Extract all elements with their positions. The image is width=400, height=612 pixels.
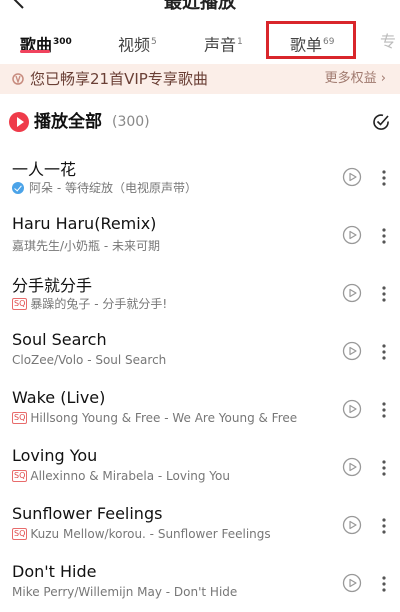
tab-voices-count: 1 bbox=[237, 37, 243, 47]
song-subtitle: Hillsong Young & Free - We Are Young & F… bbox=[30, 411, 298, 425]
tab-albums[interactable]: 专 bbox=[380, 28, 396, 56]
song-subtitle-line: SQ Allexinno & Mirabela - Loving You bbox=[12, 469, 230, 483]
more-options-icon[interactable] bbox=[378, 400, 390, 420]
song-subtitle: 嘉琪先生/小奶瓶 - 未来可期 bbox=[12, 239, 161, 253]
song-row[interactable]: Sunflower Feelings SQ Kuzu Mellow/korou. -… bbox=[0, 496, 400, 554]
tab-songs-count: 300 bbox=[53, 37, 72, 47]
song-subtitle: CloZee/Volo - Soul Search bbox=[12, 353, 167, 367]
song-row[interactable]: Haru Haru(Remix) 嘉琪先生/小奶瓶 - 未来可期 bbox=[0, 206, 400, 264]
song-subtitle: 阿朵 - 等待绽放（电视原声带） bbox=[29, 181, 197, 195]
song-title: Don't Hide bbox=[12, 562, 97, 581]
song-subtitle: Kuzu Mellow/korou. - Sunflower Feelings bbox=[30, 527, 271, 541]
play-video-icon[interactable] bbox=[342, 341, 362, 361]
song-title: Haru Haru(Remix) bbox=[12, 214, 157, 233]
verified-icon bbox=[12, 181, 24, 194]
tab-videos-count: 5 bbox=[151, 37, 157, 47]
more-options-icon[interactable] bbox=[378, 574, 390, 594]
quality-badge: SQ bbox=[12, 412, 28, 424]
song-list: 一人一花阿朵 - 等待绽放（电视原声带） Haru Haru(Remix) 嘉琪先生… bbox=[0, 148, 400, 612]
song-subtitle: Allexinno & Mirabela - Loving You bbox=[30, 469, 230, 483]
song-subtitle-line: SQ Kuzu Mellow/korou. - Sunflower Feeling… bbox=[12, 527, 271, 541]
tab-albums-label: 专 bbox=[380, 32, 397, 51]
play-video-icon[interactable] bbox=[342, 457, 362, 477]
page-title: 最近播放 bbox=[164, 0, 236, 13]
song-row[interactable]: 分手就分手 SQ 暴躁的兔子 - 分手就分手! bbox=[0, 264, 400, 322]
more-options-icon[interactable] bbox=[378, 284, 390, 304]
more-options-icon[interactable] bbox=[378, 516, 390, 536]
vip-banner-text: 您已畅享21首VIP专享歌曲 bbox=[30, 70, 208, 88]
song-title: Sunflower Feelings bbox=[12, 504, 163, 523]
play-all-row[interactable]: 播放全部 (300) bbox=[0, 106, 400, 140]
vip-banner[interactable]: 您已畅享21首VIP专享歌曲 更多权益 › bbox=[0, 64, 400, 94]
song-subtitle-line: SQ 暴躁的兔子 - 分手就分手! bbox=[12, 295, 167, 312]
multi-select-icon[interactable] bbox=[372, 113, 390, 131]
play-video-icon[interactable] bbox=[342, 515, 362, 535]
active-tab-indicator bbox=[20, 50, 50, 53]
highlight-box bbox=[266, 21, 356, 59]
tab-videos[interactable]: 视频5 bbox=[118, 28, 157, 56]
song-row[interactable]: Loving You SQ Allexinno & Mirabela - Lovin… bbox=[0, 438, 400, 496]
play-video-icon[interactable] bbox=[342, 399, 362, 419]
quality-badge: SQ bbox=[12, 297, 28, 310]
song-title: 分手就分手 bbox=[12, 276, 93, 295]
more-options-icon[interactable] bbox=[378, 168, 390, 188]
more-options-icon[interactable] bbox=[378, 342, 390, 362]
song-row[interactable]: Soul Search CloZee/Volo - Soul Search bbox=[0, 322, 400, 380]
play-video-icon[interactable] bbox=[342, 573, 362, 593]
song-subtitle-line: 嘉琪先生/小奶瓶 - 未来可期 bbox=[12, 237, 160, 254]
play-video-icon[interactable] bbox=[342, 283, 362, 303]
play-video-icon[interactable] bbox=[342, 225, 362, 245]
play-all-icon[interactable] bbox=[9, 112, 29, 132]
tab-voices-label: 声音 bbox=[204, 35, 237, 55]
song-subtitle-line: CloZee/Volo - Soul Search bbox=[12, 353, 166, 367]
play-all-count: (300) bbox=[112, 114, 150, 130]
song-row[interactable]: Don't Hide Mike Perry/Willemijn May - Don… bbox=[0, 554, 400, 612]
song-title: Wake (Live) bbox=[12, 388, 106, 407]
more-options-icon[interactable] bbox=[378, 458, 390, 478]
song-subtitle-line: SQ Hillsong Young & Free - We Are Young &… bbox=[12, 411, 297, 425]
song-title: Loving You bbox=[12, 446, 98, 465]
song-subtitle-line: Mike Perry/Willemijn May - Don't Hide bbox=[12, 585, 237, 599]
tab-voices[interactable]: 声音1 bbox=[204, 28, 243, 56]
song-row[interactable]: 一人一花阿朵 - 等待绽放（电视原声带） bbox=[0, 148, 400, 206]
more-benefits-link[interactable]: 更多权益 › bbox=[325, 64, 386, 94]
song-row[interactable]: Wake (Live) SQ Hillsong Young & Free - We … bbox=[0, 380, 400, 438]
more-options-icon[interactable] bbox=[378, 226, 390, 246]
vip-icon bbox=[12, 73, 24, 85]
play-video-icon[interactable] bbox=[342, 167, 362, 187]
song-subtitle-line: 阿朵 - 等待绽放（电视原声带） bbox=[12, 179, 197, 196]
quality-badge: SQ bbox=[12, 470, 28, 482]
song-title: 一人一花 bbox=[12, 160, 77, 179]
tab-videos-label: 视频 bbox=[118, 35, 151, 55]
song-subtitle: Mike Perry/Willemijn May - Don't Hide bbox=[12, 585, 238, 599]
song-title: Soul Search bbox=[12, 330, 107, 349]
quality-badge: SQ bbox=[12, 528, 28, 540]
song-subtitle: 暴躁的兔子 - 分手就分手! bbox=[30, 297, 168, 311]
play-all-label: 播放全部 bbox=[34, 112, 102, 132]
